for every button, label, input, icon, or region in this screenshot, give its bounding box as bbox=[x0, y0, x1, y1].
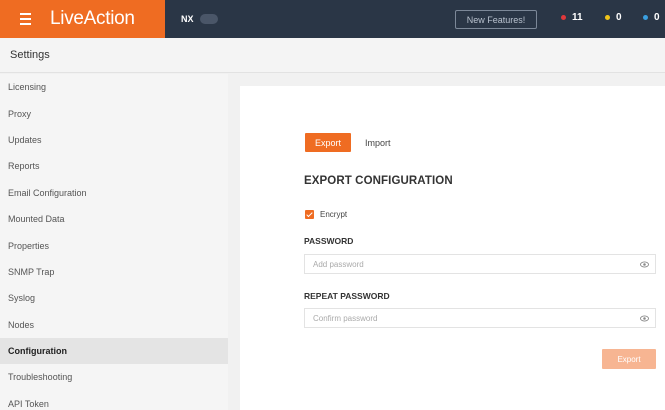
brand-logo[interactable]: LiveAction bbox=[50, 0, 165, 38]
new-features-button[interactable]: New Features! bbox=[455, 10, 537, 29]
critical-dot-icon bbox=[561, 15, 566, 20]
sidebar-item-configuration[interactable]: Configuration bbox=[0, 337, 228, 365]
eye-icon[interactable] bbox=[640, 260, 649, 269]
settings-sidebar: Licensing Proxy Updates Reports Email Co… bbox=[0, 74, 228, 410]
warning-alert-count: 0 bbox=[616, 12, 622, 23]
encrypt-checkbox[interactable] bbox=[305, 210, 314, 219]
configuration-panel: Export Import EXPORT CONFIGURATION Encry… bbox=[240, 86, 665, 410]
repeat-password-field[interactable]: Confirm password bbox=[304, 308, 656, 328]
sidebar-item-api-token[interactable]: API Token bbox=[0, 391, 228, 410]
sidebar-item-properties[interactable]: Properties bbox=[0, 232, 228, 258]
password-placeholder: Add password bbox=[313, 259, 364, 269]
encrypt-label: Encrypt bbox=[320, 210, 348, 219]
sidebar-item-reports[interactable]: Reports bbox=[0, 153, 228, 179]
hamburger-menu-icon[interactable] bbox=[0, 0, 50, 38]
critical-alert-count: 11 bbox=[572, 12, 583, 23]
info-alert-count: 0 bbox=[654, 12, 660, 23]
sidebar-item-email-configuration[interactable]: Email Configuration bbox=[0, 180, 228, 206]
export-import-tabs: Export Import bbox=[305, 133, 391, 152]
tab-import[interactable]: Import bbox=[365, 138, 391, 148]
repeat-password-label: REPEAT PASSWORD bbox=[304, 291, 390, 301]
page-title: Settings bbox=[0, 38, 665, 73]
warning-dot-icon bbox=[605, 15, 610, 20]
info-alerts-counter[interactable]: 0 bbox=[643, 12, 660, 23]
critical-alerts-counter[interactable]: 11 bbox=[561, 12, 583, 23]
sidebar-item-snmp-trap[interactable]: SNMP Trap bbox=[0, 259, 228, 285]
top-navigation-bar: LiveAction NX New Features! 11 0 0 bbox=[0, 0, 665, 38]
sidebar-item-troubleshooting[interactable]: Troubleshooting bbox=[0, 364, 228, 390]
tenant-name[interactable]: NX bbox=[181, 14, 194, 24]
tab-export[interactable]: Export bbox=[305, 133, 352, 152]
tenant-toggle[interactable] bbox=[199, 14, 218, 24]
eye-icon[interactable] bbox=[640, 314, 649, 323]
sidebar-item-updates[interactable]: Updates bbox=[0, 127, 228, 153]
encrypt-option[interactable]: Encrypt bbox=[305, 210, 347, 219]
section-heading: EXPORT CONFIGURATION bbox=[304, 175, 453, 187]
password-label: PASSWORD bbox=[304, 236, 354, 246]
password-field[interactable]: Add password bbox=[304, 254, 656, 274]
sidebar-item-nodes[interactable]: Nodes bbox=[0, 312, 228, 338]
sidebar-item-mounted-data[interactable]: Mounted Data bbox=[0, 206, 228, 232]
repeat-password-placeholder: Confirm password bbox=[313, 313, 378, 323]
sidebar-item-syslog[interactable]: Syslog bbox=[0, 285, 228, 311]
warning-alerts-counter[interactable]: 0 bbox=[605, 12, 622, 23]
info-dot-icon bbox=[643, 15, 648, 20]
export-button[interactable]: Export bbox=[602, 349, 656, 369]
sidebar-item-licensing[interactable]: Licensing bbox=[0, 74, 228, 100]
sidebar-item-proxy[interactable]: Proxy bbox=[0, 100, 228, 126]
